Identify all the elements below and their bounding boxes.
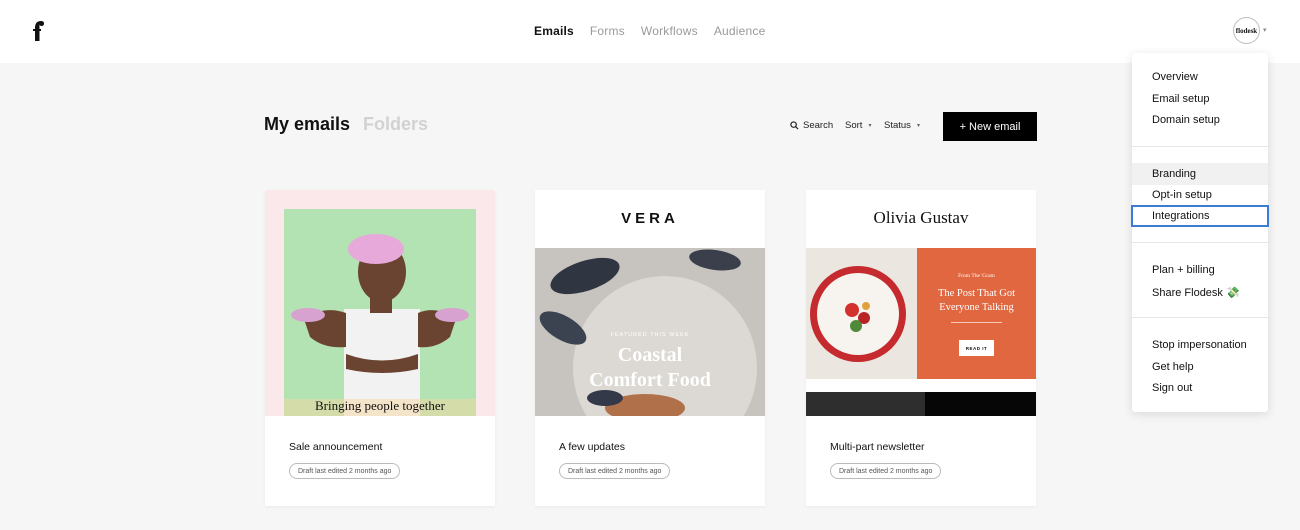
email-thumbnail: VERA FEATURED THIS WEEK Coastal Comfort … — [535, 190, 765, 416]
email-thumbnail: Olivia Gustav From The 'Gram The Post Th… — [806, 190, 1036, 416]
status-badge: Draft last edited 2 months ago — [289, 463, 401, 479]
thumbnail-featured-label: FEATURED THIS WEEK — [610, 332, 690, 338]
thumbnail-small-label: From The 'Gram — [958, 273, 995, 279]
email-card[interactable]: Bringing people together Sale announceme… — [265, 190, 495, 506]
search-label: Search — [803, 120, 834, 131]
flodesk-logo-icon[interactable] — [32, 20, 46, 42]
email-title: Sale announcement — [289, 441, 383, 453]
menu-divider — [1132, 242, 1268, 243]
menu-item-share-flodesk[interactable]: Share Flodesk 💸 — [1132, 281, 1268, 303]
chevron-down-icon[interactable]: ▾ — [1263, 26, 1267, 34]
thumbnail-brand: Olivia Gustav — [873, 208, 969, 227]
status-badge: Draft last edited 2 months ago — [830, 463, 942, 479]
dish-plate-icon — [806, 248, 917, 379]
thumbnail-headline: The Post That Got — [937, 288, 1016, 299]
thumbnail-strip — [806, 392, 925, 416]
thumbnail-photo — [806, 248, 917, 379]
thumbnail-promo-panel: From The 'Gram The Post That Got Everyon… — [917, 248, 1036, 379]
thumbnail-photo: FEATURED THIS WEEK Coastal Comfort Food — [535, 248, 765, 416]
thumbnail-divider — [951, 322, 1002, 323]
nav-tab-workflows[interactable]: Workflows — [641, 24, 698, 38]
menu-divider — [1132, 146, 1268, 147]
menu-divider — [1132, 317, 1268, 318]
menu-item-sign-out[interactable]: Sign out — [1132, 377, 1268, 399]
new-email-button[interactable]: + New email — [943, 112, 1037, 141]
top-bar: Emails Forms Workflows Audience flodesk … — [0, 0, 1300, 63]
account-avatar[interactable]: flodesk — [1233, 17, 1260, 44]
nav-tab-emails[interactable]: Emails — [534, 24, 574, 38]
thumbnail-photo: Bringing people together — [284, 209, 476, 416]
menu-item-overview[interactable]: Overview — [1132, 66, 1268, 88]
email-thumbnail: Bringing people together — [265, 190, 495, 416]
menu-item-get-help[interactable]: Get help — [1132, 356, 1268, 378]
menu-item-integrations[interactable]: Integrations — [1131, 205, 1269, 227]
avatar-logo-text: flodesk — [1235, 26, 1258, 35]
chevron-down-icon: ▾ — [916, 123, 920, 129]
menu-item-opt-in-setup[interactable]: Opt-in setup — [1132, 184, 1268, 206]
tab-folders[interactable]: Folders — [363, 114, 428, 135]
status-dropdown[interactable]: Status ▾ — [884, 120, 920, 131]
email-card[interactable]: VERA FEATURED THIS WEEK Coastal Comfort … — [535, 190, 765, 506]
email-card[interactable]: Olivia Gustav From The 'Gram The Post Th… — [806, 190, 1036, 506]
menu-item-branding[interactable]: Branding — [1132, 163, 1268, 185]
person-illustration-icon — [284, 234, 476, 416]
menu-item-email-setup[interactable]: Email setup — [1132, 88, 1268, 110]
thumbnail-strip — [925, 392, 1036, 416]
sort-label: Sort — [845, 120, 863, 131]
thumbnail-brand: VERA — [621, 210, 679, 227]
search-button[interactable]: Search — [790, 120, 833, 131]
thumbnail-headline: Comfort Food — [589, 369, 711, 391]
menu-item-stop-impersonation[interactable]: Stop impersonation — [1132, 334, 1268, 356]
sort-dropdown[interactable]: Sort ▾ — [845, 120, 871, 131]
status-label: Status — [884, 120, 911, 131]
thumbnail-caption: Bringing people together — [315, 398, 445, 413]
chevron-down-icon: ▾ — [868, 123, 872, 129]
thumbnail-headline: Coastal — [617, 344, 683, 366]
email-title: Multi-part newsletter — [830, 441, 925, 453]
thumbnail-read-button: READ IT — [959, 340, 994, 356]
menu-item-domain-setup[interactable]: Domain setup — [1132, 109, 1268, 131]
menu-item-plan-billing[interactable]: Plan + billing — [1132, 259, 1268, 281]
status-badge: Draft last edited 2 months ago — [559, 463, 671, 479]
main-nav: Emails Forms Workflows Audience — [534, 24, 765, 38]
search-icon — [790, 121, 799, 130]
nav-tab-forms[interactable]: Forms — [590, 24, 625, 38]
tab-my-emails[interactable]: My emails — [264, 114, 350, 135]
nav-tab-audience[interactable]: Audience — [714, 24, 766, 38]
thumbnail-headline: Everyone Talking — [939, 302, 1014, 313]
email-title: A few updates — [559, 441, 625, 453]
account-dropdown-menu: Overview Email setup Domain setup Brandi… — [1131, 53, 1269, 412]
